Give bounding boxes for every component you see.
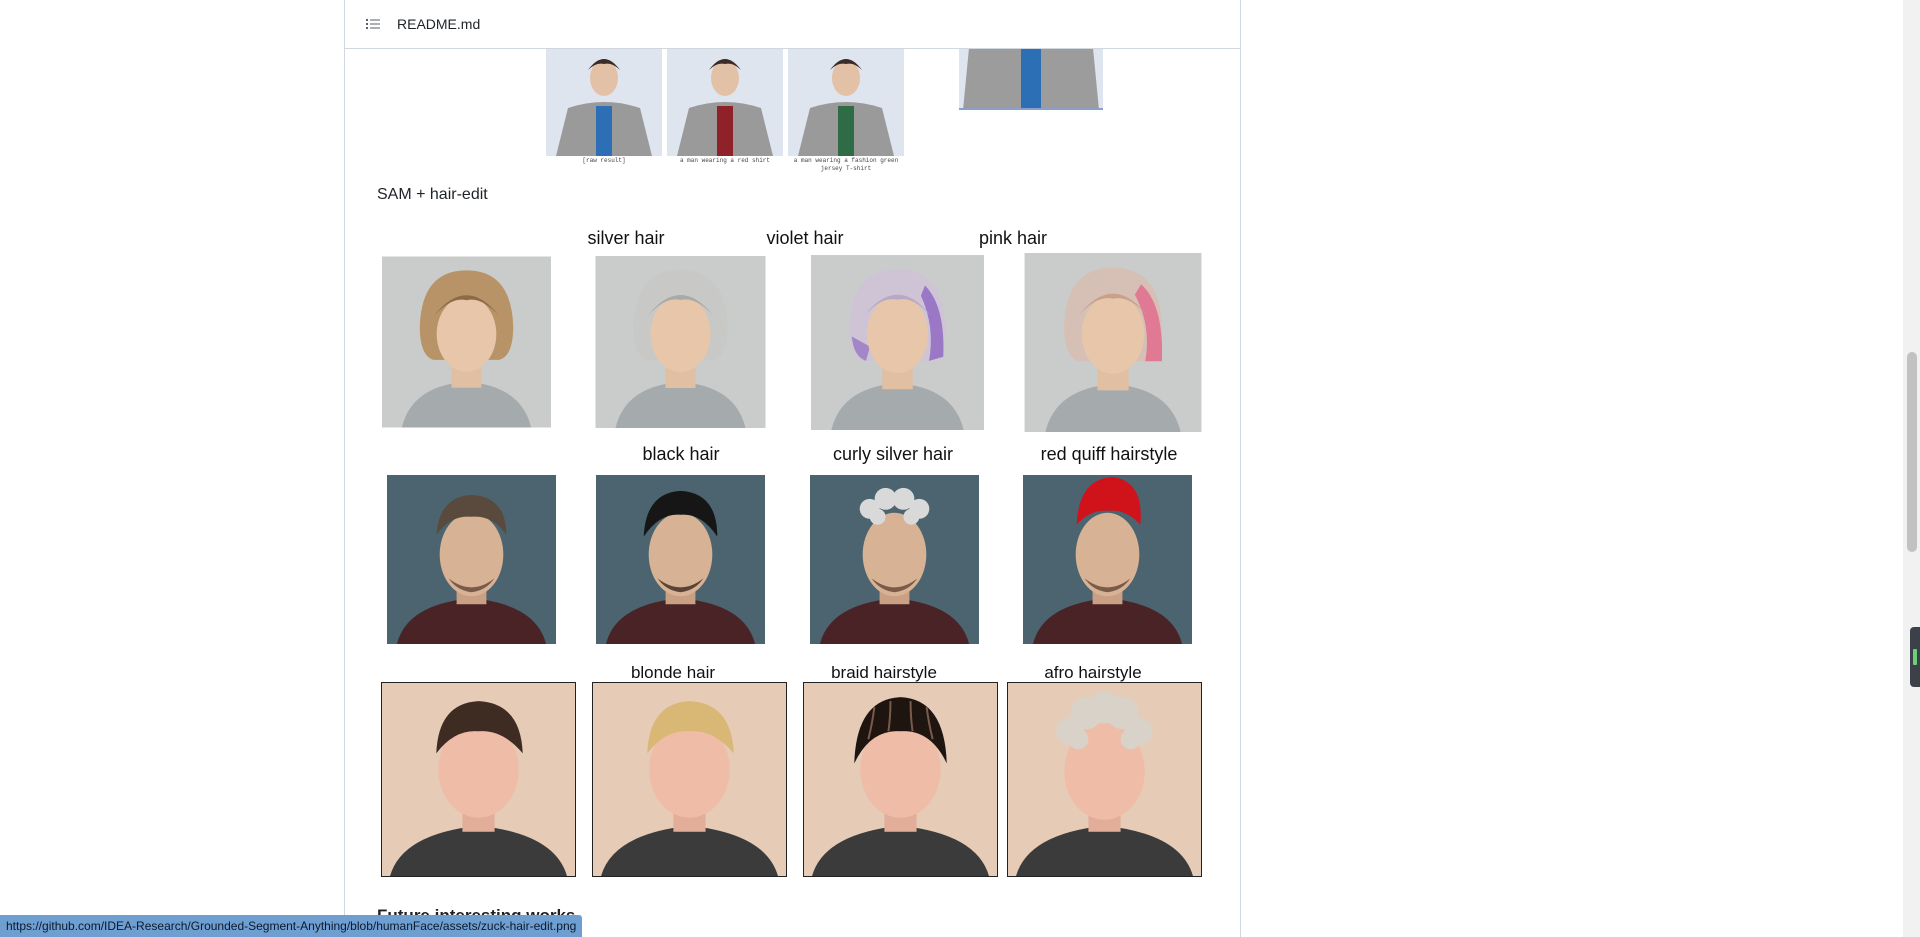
label-black-hair: black hair bbox=[642, 444, 720, 464]
man-red-quiff-hairstyle-image[interactable] bbox=[1023, 475, 1192, 644]
hair-edit-section-title: SAM + hair-edit bbox=[377, 186, 488, 203]
label-curly-silver-hair: curly silver hair bbox=[832, 444, 954, 464]
zuck-blonde-hair-image[interactable] bbox=[592, 682, 787, 877]
zuck-original-image[interactable] bbox=[381, 682, 576, 877]
scrollbar-thumb[interactable] bbox=[1907, 352, 1917, 552]
man-black-hair-image[interactable] bbox=[596, 475, 765, 644]
label-silver-hair: silver hair bbox=[587, 228, 665, 248]
clothes-green-image[interactable] bbox=[788, 48, 904, 156]
woman-violet-hair-image[interactable] bbox=[810, 255, 985, 430]
page-scrollbar[interactable] bbox=[1903, 0, 1920, 937]
zuck-afro-hairstyle-image[interactable] bbox=[1007, 682, 1202, 877]
list-icon bbox=[366, 19, 380, 29]
caption-green: a man wearing a fashion green jersey T-s… bbox=[793, 157, 899, 172]
label-braid-hairstyle: braid hairstyle bbox=[831, 663, 937, 682]
readme-panel: README.md [raw result] a man wearing a r… bbox=[344, 0, 1241, 937]
label-blonde-hair: blonde hair bbox=[630, 663, 716, 682]
side-extension-handle[interactable] bbox=[1910, 627, 1920, 687]
readme-header: README.md bbox=[345, 0, 1240, 49]
woman-pink-hair-image[interactable] bbox=[1023, 253, 1203, 432]
label-violet-hair: violet hair bbox=[766, 228, 844, 248]
woman-silver-hair-image[interactable] bbox=[594, 256, 767, 428]
woman-original-image[interactable] bbox=[382, 256, 551, 428]
readme-file-name: README.md bbox=[397, 16, 481, 32]
table-of-contents-button[interactable] bbox=[361, 12, 385, 36]
label-afro-hairstyle: afro hairstyle bbox=[1044, 663, 1142, 682]
clothes-extra-image[interactable] bbox=[959, 48, 1103, 110]
label-pink-hair: pink hair bbox=[978, 228, 1048, 248]
man-curly-silver-hair-image[interactable] bbox=[810, 475, 979, 644]
man-original-image[interactable] bbox=[387, 475, 556, 644]
clothes-red-image[interactable] bbox=[667, 48, 783, 156]
status-bar-url: https://github.com/IDEA-Research/Grounde… bbox=[0, 915, 583, 937]
clothes-raw-image[interactable] bbox=[546, 48, 662, 156]
caption-red: a man wearing a red shirt bbox=[679, 157, 770, 164]
caption-raw: [raw result] bbox=[582, 157, 626, 164]
label-red-quiff-hairstyle: red quiff hairstyle bbox=[1040, 444, 1178, 464]
zuck-braid-hairstyle-image[interactable] bbox=[803, 682, 998, 877]
